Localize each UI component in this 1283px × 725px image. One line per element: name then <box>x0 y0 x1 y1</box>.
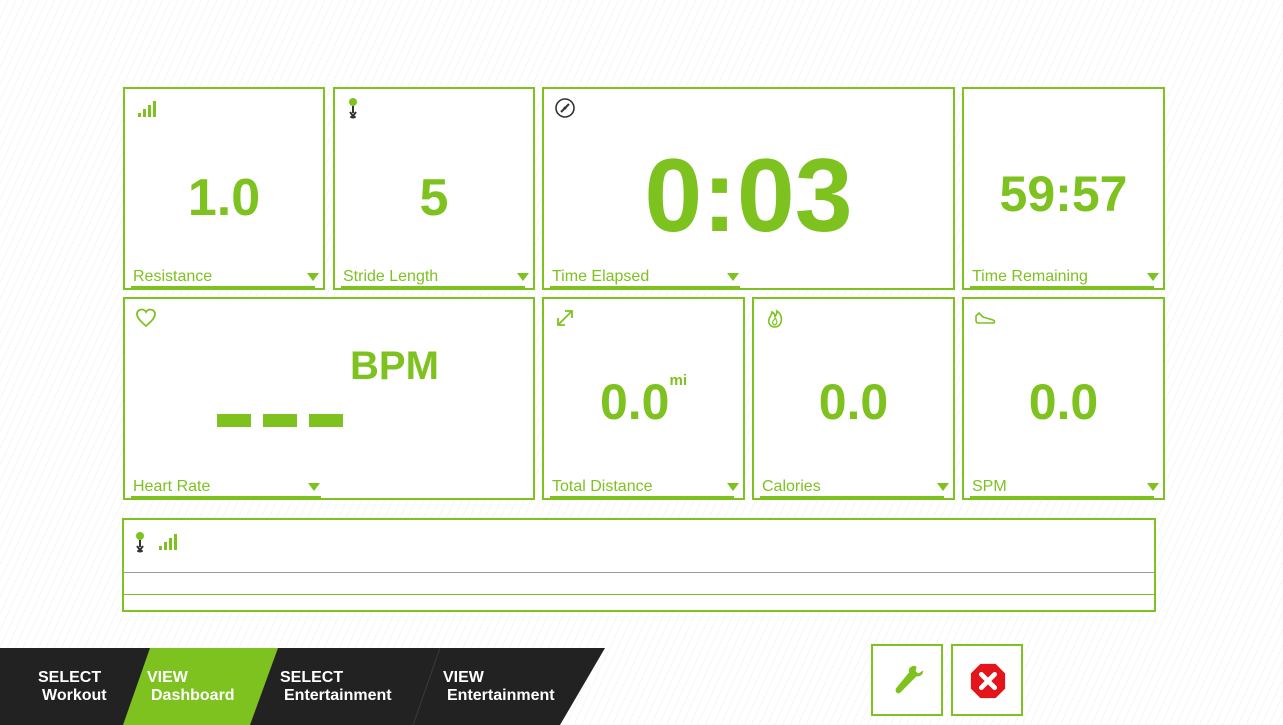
heart-rate-tile[interactable]: BPM Heart Rate <box>123 297 535 500</box>
tab-line-top: SELECT <box>38 669 102 686</box>
chevron-down-icon[interactable] <box>517 273 529 281</box>
chevron-down-icon[interactable] <box>727 483 739 491</box>
close-icon <box>970 663 1006 699</box>
tab-line-top: SELECT <box>280 669 344 686</box>
tab-select-workout[interactable]: SELECT Workout <box>38 669 107 705</box>
tab-line-bottom: Entertainment <box>447 687 555 704</box>
stride-icon <box>136 532 144 553</box>
heart-rate-value <box>217 414 355 432</box>
wrench-icon <box>895 665 924 694</box>
bpm-unit: BPM <box>350 344 439 388</box>
tab-view-entertainment[interactable]: VIEW Entertainment <box>443 669 555 705</box>
label-underline <box>131 496 321 498</box>
calories-tile[interactable]: 0.0 Calories <box>752 297 955 500</box>
resistance-value: 1.0 <box>187 169 261 227</box>
time-elapsed-value: 0:03 <box>644 138 853 254</box>
tab-select-entertainment[interactable]: SELECT Entertainment <box>280 669 392 705</box>
flame-icon <box>767 309 783 328</box>
stride-length-label: Stride Length <box>343 268 439 285</box>
distance-number: 0.0 <box>599 374 670 430</box>
graph-baseline <box>124 572 1154 573</box>
tab-view-dashboard[interactable]: VIEW Dashboard <box>147 669 235 705</box>
signal-bars-icon <box>138 101 156 117</box>
stopwatch-icon <box>555 98 575 118</box>
label-underline <box>341 286 525 288</box>
label-underline <box>760 496 944 498</box>
tab-line-bottom: Workout <box>42 687 107 704</box>
end-workout-button[interactable] <box>951 644 1023 716</box>
total-distance-label: Total Distance <box>552 478 653 495</box>
tab-line-bottom: Dashboard <box>151 687 235 704</box>
calories-label: Calories <box>762 478 821 495</box>
shoe-icon <box>975 311 996 324</box>
settings-button[interactable] <box>871 644 943 716</box>
heart-icon <box>136 308 156 328</box>
chevron-down-icon[interactable] <box>1147 483 1159 491</box>
stride-length-tile[interactable]: 5 Stride Length <box>333 87 535 290</box>
spm-tile[interactable]: 0.0 SPM <box>962 297 1165 500</box>
chevron-down-icon[interactable] <box>307 273 319 281</box>
total-distance-value: 0.0mi <box>544 373 743 430</box>
spm-label: SPM <box>972 478 1007 495</box>
spm-value: 0.0 <box>1028 374 1099 430</box>
time-remaining-value: 59:57 <box>999 166 1128 222</box>
time-elapsed-tile[interactable]: 0:03 Time Elapsed <box>542 87 955 290</box>
total-distance-tile[interactable]: 0.0mi Total Distance <box>542 297 745 500</box>
time-remaining-label: Time Remaining <box>972 268 1088 285</box>
calories-value: 0.0 <box>818 374 889 430</box>
label-underline <box>550 286 740 288</box>
chevron-down-icon[interactable] <box>308 483 320 491</box>
tab-line-top: VIEW <box>443 669 484 686</box>
label-underline <box>970 496 1154 498</box>
time-elapsed-label: Time Elapsed <box>552 268 650 285</box>
label-underline <box>131 286 315 288</box>
distance-unit: mi <box>669 372 688 389</box>
graph-baseline <box>124 594 1154 595</box>
resistance-tile[interactable]: 1.0 Resistance <box>123 87 325 290</box>
workout-profile-graph <box>122 518 1156 612</box>
label-underline <box>550 496 734 498</box>
chevron-down-icon[interactable] <box>1147 273 1159 281</box>
chevron-down-icon[interactable] <box>727 273 739 281</box>
expand-arrow-icon <box>557 310 573 326</box>
resistance-label: Resistance <box>133 268 213 285</box>
time-remaining-tile[interactable]: 59:57 Time Remaining <box>962 87 1165 290</box>
chevron-down-icon[interactable] <box>937 483 949 491</box>
signal-bars-icon <box>159 534 177 550</box>
stride-icon <box>349 98 357 119</box>
bottom-nav: SELECT Workout VIEW Dashboard SELECT Ent… <box>0 648 620 725</box>
heart-rate-label: Heart Rate <box>133 478 211 495</box>
label-underline <box>970 286 1154 288</box>
tab-line-top: VIEW <box>147 669 188 686</box>
tab-line-bottom: Entertainment <box>284 687 392 704</box>
stride-length-value: 5 <box>419 169 449 227</box>
